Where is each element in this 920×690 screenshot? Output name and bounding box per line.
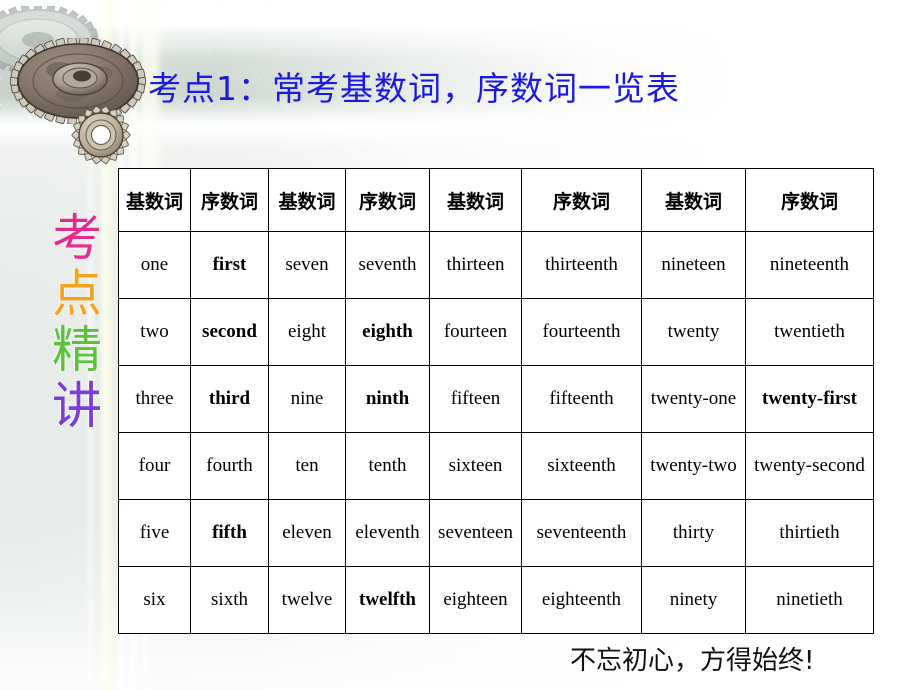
table-cell-r0-c5: thirteenth bbox=[521, 231, 642, 299]
side-title-char-0: 考 bbox=[52, 209, 102, 267]
table-cell-r0-c6: nineteen bbox=[641, 231, 746, 299]
table-cell-r2-c7: twenty-first bbox=[745, 365, 874, 433]
table-cell-r5-c2: twelve bbox=[268, 566, 346, 634]
table-cell-r4-c1: fifth bbox=[190, 499, 269, 567]
table-cell-r0-c4: thirteen bbox=[429, 231, 522, 299]
table-row: four fourth ten tenth sixteen sixteenth twenty… bbox=[118, 432, 874, 500]
table-cell-r3-c3: tenth bbox=[345, 432, 430, 500]
table-cell-r2-c1: third bbox=[190, 365, 269, 433]
table-cell-r5-c3: twelfth bbox=[345, 566, 430, 634]
table-cell-r3-c6: twenty-two bbox=[641, 432, 746, 500]
table-cell-r3-c5: sixteenth bbox=[521, 432, 642, 500]
table-row: five fifth eleven eleventh seventeen seventee… bbox=[118, 499, 874, 567]
table-header-cell-6: 基数词 bbox=[641, 168, 746, 232]
table-cell-r0-c7: nineteenth bbox=[745, 231, 874, 299]
table-cell-r2-c0: three bbox=[118, 365, 191, 433]
side-title-char-3: 讲 bbox=[52, 377, 102, 435]
table-header-cell-0: 基数词 bbox=[118, 168, 191, 232]
table-header-row: 基数词 序数词 基数词 序数词 基数词 序数词 基数词 序数词 bbox=[118, 168, 874, 232]
numbers-table-wrapper: 基数词 序数词 基数词 序数词 基数词 序数词 基数词 序数词 one first seven sev… bbox=[118, 168, 874, 634]
table-cell-r4-c5: seventeenth bbox=[521, 499, 642, 567]
table-cell-r1-c2: eight bbox=[268, 298, 346, 366]
side-title-char-1: 点 bbox=[52, 265, 102, 323]
table-cell-r1-c7: twentieth bbox=[745, 298, 874, 366]
table-cell-r0-c1: first bbox=[190, 231, 269, 299]
table-cell-r1-c5: fourteenth bbox=[521, 298, 642, 366]
table-cell-r4-c6: thirty bbox=[641, 499, 746, 567]
table-cell-r4-c2: eleven bbox=[268, 499, 346, 567]
table-cell-r5-c5: eighteenth bbox=[521, 566, 642, 634]
table-cell-r5-c6: ninety bbox=[641, 566, 746, 634]
table-header-cell-1: 序数词 bbox=[190, 168, 269, 232]
gear-icon-small bbox=[70, 104, 132, 166]
table-cell-r5-c1: sixth bbox=[190, 566, 269, 634]
table-cell-r5-c0: six bbox=[118, 566, 191, 634]
table-header-cell-2: 基数词 bbox=[268, 168, 346, 232]
table-row: two second eight eighth fourteen fourteenth tw… bbox=[118, 298, 874, 366]
table-cell-r1-c4: fourteen bbox=[429, 298, 522, 366]
cardinal-ordinal-table: 基数词 序数词 基数词 序数词 基数词 序数词 基数词 序数词 one first seven sev… bbox=[118, 168, 874, 634]
table-cell-r3-c1: fourth bbox=[190, 432, 269, 500]
table-cell-r3-c4: sixteen bbox=[429, 432, 522, 500]
table-cell-r0-c2: seven bbox=[268, 231, 346, 299]
table-header-cell-4: 基数词 bbox=[429, 168, 522, 232]
table-cell-r3-c0: four bbox=[118, 432, 191, 500]
table-cell-r4-c4: seventeen bbox=[429, 499, 522, 567]
page-title: 考点1：常考基数词，序数词一览表 bbox=[148, 69, 680, 108]
table-cell-r2-c5: fifteenth bbox=[521, 365, 642, 433]
table-cell-r2-c3: ninth bbox=[345, 365, 430, 433]
footer-slogan: 不忘初心，方得始终! bbox=[570, 646, 815, 676]
table-header-cell-5: 序数词 bbox=[521, 168, 642, 232]
table-cell-r5-c7: ninetieth bbox=[745, 566, 874, 634]
table-cell-r3-c2: ten bbox=[268, 432, 346, 500]
table-header-cell-3: 序数词 bbox=[345, 168, 430, 232]
table-cell-r4-c0: five bbox=[118, 499, 191, 567]
side-title-char-2: 精 bbox=[52, 321, 102, 379]
table-cell-r2-c4: fifteen bbox=[429, 365, 522, 433]
table-row: six sixth twelve twelfth eighteen eighteenth n… bbox=[118, 566, 874, 634]
table-row: three third nine ninth fifteen fifteenth twent… bbox=[118, 365, 874, 433]
table-cell-r1-c6: twenty bbox=[641, 298, 746, 366]
table-cell-r4-c7: thirtieth bbox=[745, 499, 874, 567]
slide-canvas: 考 点 精 讲 考点1：常考基数词，序数词一览表 基数词 序数词 基数词 序数词 基数词… bbox=[0, 0, 920, 690]
table-cell-r1-c3: eighth bbox=[345, 298, 430, 366]
table-cell-r0-c0: one bbox=[118, 231, 191, 299]
table-cell-r0-c3: seventh bbox=[345, 231, 430, 299]
table-cell-r2-c2: nine bbox=[268, 365, 346, 433]
table-cell-r5-c4: eighteen bbox=[429, 566, 522, 634]
table-cell-r1-c0: two bbox=[118, 298, 191, 366]
side-vertical-title: 考 点 精 讲 bbox=[44, 212, 110, 432]
table-cell-r2-c6: twenty-one bbox=[641, 365, 746, 433]
table-cell-r1-c1: second bbox=[190, 298, 269, 366]
table-cell-r4-c3: eleventh bbox=[345, 499, 430, 567]
table-row: one first seven seventh thirteen thirteenth ni… bbox=[118, 231, 874, 299]
table-header-cell-7: 序数词 bbox=[745, 168, 874, 232]
table-cell-r3-c7: twenty-second bbox=[745, 432, 874, 500]
